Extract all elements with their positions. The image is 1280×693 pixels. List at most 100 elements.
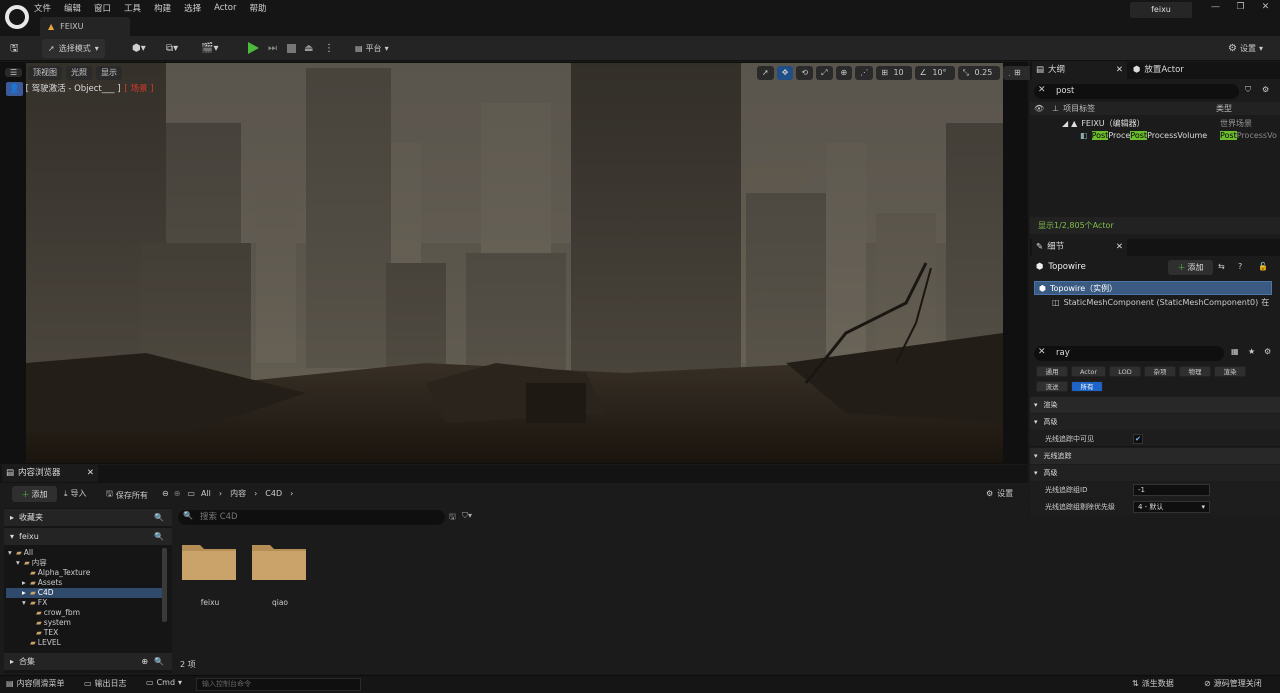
section-rendering[interactable]: ▾ 渲染 (1030, 397, 1280, 413)
pilot-icon[interactable]: 👤 (6, 82, 23, 96)
close-icon[interactable]: ✕ (1116, 239, 1123, 256)
content-search-input[interactable]: 搜索 C4D (178, 510, 445, 525)
surface-snap-icon[interactable]: ⋰ (855, 66, 874, 80)
view-top-button[interactable]: 顶视图 (28, 66, 62, 80)
derived-data-button[interactable]: ⇅ 派生数据 (1132, 678, 1174, 689)
menu-edit[interactable]: 编辑 (64, 2, 81, 14)
content-settings-button[interactable]: ⚙ 设置 (986, 488, 1013, 499)
favorites-header[interactable]: ▸ 收藏夹 🔍 (4, 509, 172, 526)
level-tab[interactable]: ▲ FEIXU (40, 17, 130, 36)
add-actor-icon[interactable]: ⬢▾ (132, 39, 146, 58)
search-icon[interactable]: 🔍 (154, 657, 164, 666)
viewport-options-button[interactable]: ☰ (5, 66, 23, 80)
maximize-button[interactable]: ❐ (1228, 2, 1253, 12)
details-gear-icon[interactable]: ⚙ (1264, 347, 1271, 356)
outliner-search-input[interactable]: post (1034, 84, 1239, 99)
collections-header[interactable]: ▸ 合集 ⊕ 🔍 (4, 653, 172, 670)
viewport-layout-button[interactable]: ⊞ (1009, 66, 1026, 80)
path-c4d[interactable]: C4D (265, 489, 282, 498)
filter-icon[interactable]: ⛉ (1245, 85, 1251, 95)
tree-item-all[interactable]: ▾ ▰ All (6, 548, 164, 558)
filter-chip-misc[interactable]: 杂项 (1144, 366, 1176, 377)
filter-icon[interactable]: ⛉▾ (462, 511, 472, 521)
cmd-dropdown[interactable]: ▭ Cmd ▾ (146, 678, 182, 687)
save-search-icon[interactable]: 🖫 (449, 511, 456, 525)
component-row-mesh[interactable]: ◫ StaticMeshComponent (StaticMeshCompone… (1052, 297, 1269, 308)
rotate-tool-icon[interactable]: ⟲ (796, 66, 814, 80)
filter-chip-all[interactable]: 所有 (1071, 381, 1103, 392)
asset-folder-qiao[interactable] (251, 540, 307, 580)
col-type-header[interactable]: 类型 (1216, 103, 1232, 114)
add-component-button[interactable]: ＋ 添加 (1168, 260, 1213, 275)
search-icon[interactable]: 🔍 (154, 513, 164, 522)
raytracing-group-id-input[interactable]: -1 (1133, 484, 1210, 496)
menu-build[interactable]: 构建 (154, 2, 171, 14)
outliner-root-row[interactable]: ◢ ▲ FEIXU（编辑器） (1062, 118, 1145, 129)
filter-chip-lod[interactable]: LOD (1109, 366, 1141, 377)
property-matrix-icon[interactable]: ▦ (1231, 347, 1239, 356)
menu-select[interactable]: 选择 (184, 2, 201, 14)
save-icon[interactable]: 🖫 (10, 39, 19, 58)
tree-item-system[interactable]: ▰ system (6, 618, 164, 628)
eye-icon[interactable]: 👁 (1034, 104, 1044, 113)
step-icon[interactable]: ⏭ (268, 39, 277, 58)
lock-icon[interactable]: 🔓 (1258, 262, 1268, 271)
help-icon[interactable]: ? (1238, 262, 1242, 271)
section-advanced[interactable]: ▾ 高级 (1030, 414, 1280, 430)
cull-priority-select[interactable]: 4 - 默认 ▾ (1133, 501, 1210, 513)
select-mode-dropdown[interactable]: ➚ 选择模式 ▾ (42, 39, 105, 58)
project-header[interactable]: ▾ feixu 🔍 (4, 528, 172, 545)
add-collection-icon[interactable]: ⊕ (141, 657, 148, 666)
rotation-snap-button[interactable]: ∠ 10° (914, 66, 955, 80)
filter-chip-physics[interactable]: 物理 (1179, 366, 1211, 377)
back-icon[interactable]: ⊖ (162, 489, 169, 498)
tree-item-assets[interactable]: ▸ ▰ Assets (6, 578, 164, 588)
asset-folder-feixu[interactable] (181, 540, 237, 580)
grid-snap-button[interactable]: ⊞ 10 (876, 66, 912, 80)
scale-snap-button[interactable]: ⤡ 0.25 (957, 66, 1001, 80)
source-control-button[interactable]: ⊘ 源码管理关闭 (1204, 678, 1262, 689)
clear-search-icon[interactable]: ✕ (1038, 347, 1046, 357)
menu-help[interactable]: 帮助 (249, 2, 266, 14)
play-icon[interactable] (248, 42, 259, 54)
path-content[interactable]: 内容 (230, 488, 246, 499)
close-button[interactable]: ✕ (1253, 2, 1278, 12)
section-raytracing[interactable]: ▾ 光线追踪 (1030, 448, 1280, 464)
tree-item-crow-fbm[interactable]: ▰ crow_fbm (6, 608, 164, 618)
filter-chip-rendering[interactable]: 渲染 (1214, 366, 1246, 377)
world-space-icon[interactable]: ⊕ (835, 66, 853, 80)
import-button[interactable]: ⤓ 导入 (64, 488, 87, 499)
platform-dropdown[interactable]: ▤ 平台 ▾ (349, 39, 395, 58)
tree-item-tex[interactable]: ▰ TEX (6, 628, 164, 638)
details-search-input[interactable]: ray (1034, 346, 1224, 361)
component-row-instance[interactable]: ⬢ Topowire（实例） (1034, 281, 1272, 295)
tree-item-alpha-texture[interactable]: ▰ Alpha_Texture (6, 568, 164, 578)
stop-icon[interactable] (287, 44, 296, 53)
tab-content-browser[interactable]: ▤ 内容浏览器 ✕ (2, 465, 98, 482)
content-add-button[interactable]: ＋ 添加 (12, 486, 57, 502)
clear-search-icon[interactable]: ✕ (1038, 85, 1046, 95)
tab-place-actors[interactable]: ⬢ 放置Actor (1133, 62, 1213, 79)
tab-outliner[interactable]: ▤ 大纲 ✕ (1032, 62, 1127, 79)
lit-mode-button[interactable]: 光照 (66, 66, 92, 80)
search-icon[interactable]: 🔍 (154, 532, 164, 541)
expand-arrow-icon[interactable]: ◢ (1062, 119, 1068, 128)
tree-item-content[interactable]: ▾ ▰ 内容 (6, 558, 164, 568)
close-icon[interactable]: ✕ (87, 465, 94, 482)
console-input[interactable]: 输入控制台命令 (196, 678, 361, 691)
section-advanced-2[interactable]: ▾ 高级 (1030, 465, 1280, 481)
save-all-button[interactable]: 🖫 保存所有 (106, 488, 148, 502)
user-badge[interactable]: feixu (1130, 2, 1192, 18)
col-label-header[interactable]: 项目标签 (1063, 103, 1095, 114)
filter-chip-streaming[interactable]: 流送 (1036, 381, 1068, 392)
cinematics-icon[interactable]: 🎬▾ (201, 39, 218, 58)
forward-icon[interactable]: ⊕ (174, 489, 181, 498)
settings-button[interactable]: ⚙ 设置 ▾ (1222, 39, 1269, 58)
close-icon[interactable]: ✕ (1116, 62, 1123, 79)
minimize-button[interactable]: — (1203, 2, 1228, 12)
menu-actor[interactable]: Actor (214, 3, 236, 13)
tree-item-fx[interactable]: ▾ ▰ FX (6, 598, 164, 608)
filter-chip-general[interactable]: 通用 (1036, 366, 1068, 377)
visible-in-raytracing-checkbox[interactable]: ✔ (1133, 434, 1143, 444)
blueprint-convert-icon[interactable]: ⇆ (1218, 262, 1225, 271)
